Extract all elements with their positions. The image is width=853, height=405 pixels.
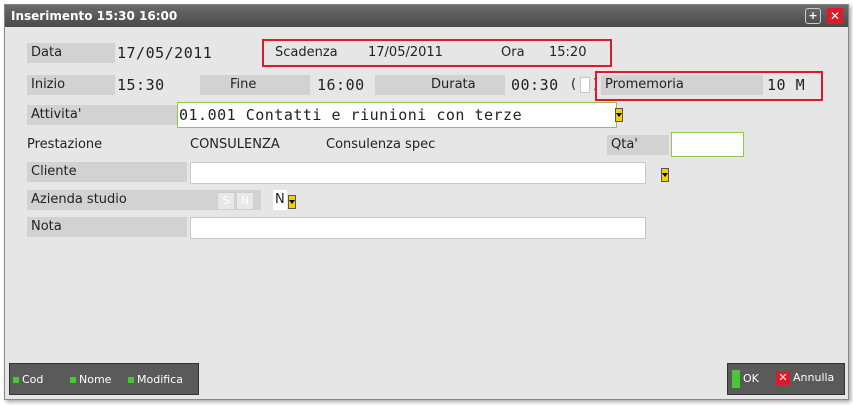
modifica-label: Modifica <box>137 373 183 386</box>
inizio-label: Inizio <box>27 75 115 95</box>
cliente-dropdown-icon[interactable] <box>661 168 669 182</box>
attivita-value: 01.001 Contatti e riunioni con terze <box>179 106 523 124</box>
annulla-button[interactable]: ✕ Annulla <box>776 370 834 386</box>
nota-label: Nota <box>27 217 187 237</box>
scadenza-highlight <box>262 39 612 67</box>
annulla-label: Annulla <box>793 371 835 384</box>
fine-label: Fine <box>200 75 310 95</box>
qta-field[interactable] <box>671 132 744 157</box>
durata-label: Durata <box>375 75 505 95</box>
durata-checkbox[interactable] <box>580 77 590 93</box>
window-title: Inserimento 15:30 16:00 <box>11 9 178 23</box>
ok-label: OK <box>743 372 759 385</box>
attivita-dropdown-icon[interactable] <box>615 108 623 122</box>
cliente-label: Cliente <box>27 162 187 182</box>
cod-label: Cod <box>22 373 44 386</box>
nota-field[interactable] <box>190 217 646 239</box>
inizio-value[interactable]: 15:30 <box>117 75 165 95</box>
cod-status-icon <box>13 377 19 383</box>
cod-button[interactable]: Cod <box>13 372 43 388</box>
azienda-n-button[interactable]: N <box>236 192 254 210</box>
dialog-window: Inserimento 15:30 16:00 + ✕ Data 17/05/2… <box>4 4 849 400</box>
modifica-status-icon <box>128 377 134 383</box>
durata-value: 00:30 <box>511 76 559 94</box>
fine-value[interactable]: 16:00 <box>317 75 365 95</box>
annulla-close-icon: ✕ <box>776 371 790 385</box>
data-label: Data <box>27 43 115 63</box>
azienda-value[interactable]: N <box>273 190 287 210</box>
nome-label: Nome <box>79 373 112 386</box>
title-bar: Inserimento 15:30 16:00 + ✕ <box>5 5 848 27</box>
maximize-icon[interactable]: + <box>805 8 821 24</box>
attivita-label: Attivita' <box>27 105 177 125</box>
nome-status-icon <box>70 377 76 383</box>
azienda-dropdown-icon[interactable] <box>288 195 296 209</box>
durata-paren-open: ( <box>571 77 577 92</box>
close-icon[interactable]: ✕ <box>827 8 843 24</box>
prestazione-code: CONSULENZA <box>190 137 280 152</box>
ok-icon <box>732 370 740 388</box>
right-button-bar: OK ✕ Annulla <box>727 363 845 395</box>
promemoria-highlight <box>595 71 823 101</box>
prestazione-desc: Consulenza spec <box>326 137 436 152</box>
qta-label: Qta' <box>607 135 669 155</box>
nome-button[interactable]: Nome <box>70 372 111 388</box>
left-button-bar: Cod Nome Modifica <box>9 363 199 395</box>
azienda-s-button[interactable]: S <box>217 192 235 210</box>
cliente-field[interactable] <box>190 162 646 184</box>
modifica-button[interactable]: Modifica <box>128 372 183 388</box>
data-value[interactable]: 17/05/2011 <box>117 43 212 63</box>
prestazione-label: Prestazione <box>27 137 103 152</box>
ok-button[interactable]: OK <box>732 370 759 388</box>
